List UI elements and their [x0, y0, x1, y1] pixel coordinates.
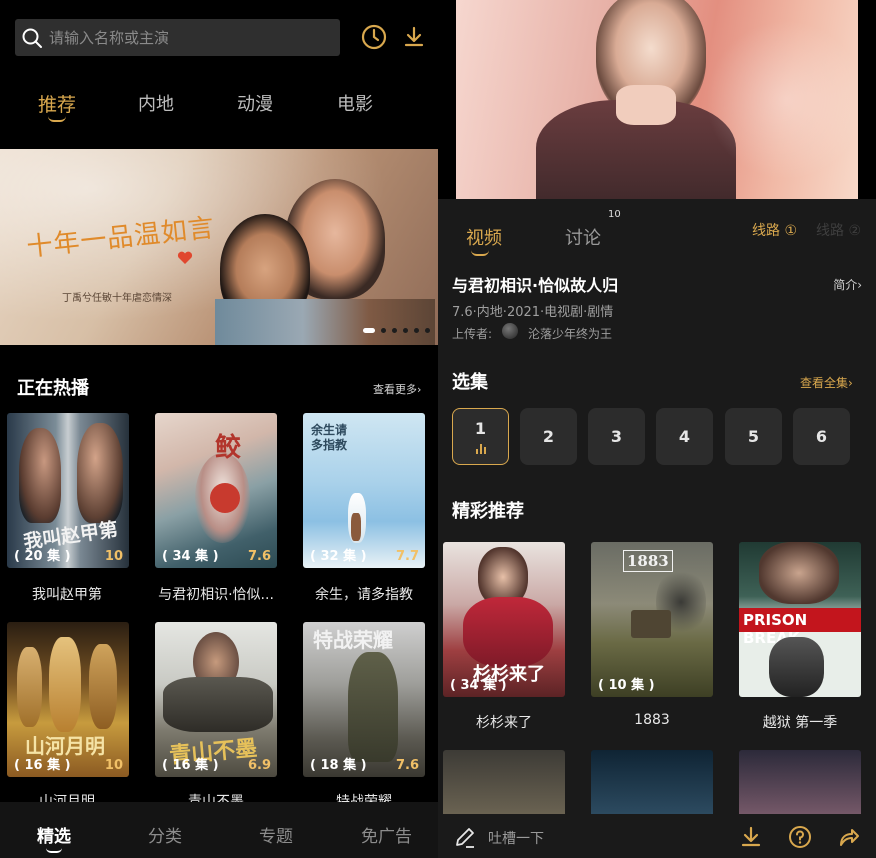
- tab-movie[interactable]: 电影: [337, 90, 373, 116]
- hot-poster-2[interactable]: 鲛 ( 34 集 ) 7.6: [155, 413, 277, 568]
- recommend-poster-6[interactable]: [739, 750, 861, 820]
- episode-button-1[interactable]: 1: [452, 408, 509, 465]
- recommend-title-1[interactable]: 杉杉来了: [438, 712, 574, 732]
- recommend-poster-3[interactable]: PRISON BREAK: [739, 542, 861, 697]
- hot-title-2[interactable]: 与君初相识·恰似...: [146, 584, 286, 604]
- hot-section-title: 正在热播: [17, 378, 89, 399]
- hot-poster-5[interactable]: 青山不墨 ( 16 集 ) 6.9: [155, 622, 277, 777]
- search-input[interactable]: [49, 28, 319, 47]
- uploader-name[interactable]: 沦落少年终为王: [528, 325, 612, 342]
- pagination-dot[interactable]: [392, 328, 397, 333]
- detail-screen: 视频 讨论 10 线路 ① 线路 ② 与君初相识·恰似故人归 简介› 7.6·内…: [438, 0, 876, 858]
- recommend-poster-5[interactable]: [591, 750, 713, 820]
- tab-active-indicator: [48, 116, 66, 122]
- home-screen: 推荐 内地 动漫 电影 十年一品温如言 丁禹兮任敏十年虐恋情深: [0, 0, 438, 858]
- hot-title-1[interactable]: 我叫赵甲第: [0, 584, 137, 604]
- recommend-title-2[interactable]: 1883: [582, 712, 722, 728]
- comment-bar: 吐槽一下: [438, 814, 876, 858]
- episodes-section-title: 选集: [452, 372, 488, 393]
- hot-poster-6[interactable]: 特战荣耀 ( 18 集 ) 7.6: [303, 622, 425, 777]
- bottom-navigation: 精选 分类 专题 免广告: [0, 802, 438, 858]
- show-meta: 7.6·内地·2021·电视剧·剧情: [452, 305, 614, 320]
- episode-button-4[interactable]: 4: [656, 408, 713, 465]
- discussion-count-badge: 10: [608, 209, 621, 220]
- tab-mainland[interactable]: 内地: [138, 90, 174, 116]
- history-button[interactable]: [359, 22, 389, 52]
- hero-banner[interactable]: 十年一品温如言 丁禹兮任敏十年虐恋情深: [0, 149, 438, 345]
- uploader-label: 上传者:: [452, 327, 493, 341]
- route-2-button[interactable]: 线路 ②: [816, 220, 861, 240]
- nav-active-indicator: [46, 848, 62, 853]
- playing-bars-icon: [475, 444, 486, 454]
- banner-pagination: [363, 328, 430, 333]
- hot-poster-4[interactable]: 山河月明 ( 16 集 ) 10: [7, 622, 129, 777]
- nav-featured[interactable]: 精选: [37, 822, 71, 847]
- recommend-poster-1[interactable]: 杉杉来了 ( 34 集 ): [443, 542, 565, 697]
- download-button[interactable]: [399, 22, 429, 52]
- video-frame: [456, 0, 858, 199]
- video-player[interactable]: [438, 0, 876, 199]
- episode-button-5[interactable]: 5: [725, 408, 782, 465]
- tab-video[interactable]: 视频: [466, 224, 502, 250]
- search-icon: [22, 28, 42, 48]
- download-icon: [404, 26, 424, 47]
- route-1-button[interactable]: 线路 ①: [752, 220, 797, 240]
- show-title: 与君初相识·恰似故人归: [452, 276, 619, 295]
- recommend-section-title: 精彩推荐: [452, 501, 524, 522]
- tab-recommend[interactable]: 推荐: [38, 90, 76, 117]
- pagination-dot[interactable]: [381, 328, 386, 333]
- nav-category[interactable]: 分类: [148, 822, 182, 847]
- app-root: 推荐 内地 动漫 电影 十年一品温如言 丁禹兮任敏十年虐恋情深: [0, 0, 876, 858]
- pagination-dot[interactable]: [363, 328, 375, 333]
- recommend-poster-2[interactable]: 1883 ( 10 集 ): [591, 542, 713, 697]
- view-all-episodes-link[interactable]: 查看全集›: [800, 374, 853, 391]
- hot-more-link[interactable]: 查看更多›: [373, 381, 421, 397]
- hot-title-3[interactable]: 余生，请多指教: [294, 584, 434, 604]
- pagination-dot[interactable]: [425, 328, 430, 333]
- episode-button-6[interactable]: 6: [793, 408, 850, 465]
- episode-button-2[interactable]: 2: [520, 408, 577, 465]
- share-icon[interactable]: [837, 825, 861, 849]
- help-icon[interactable]: [788, 825, 812, 849]
- history-clock-icon: [361, 24, 387, 50]
- comment-input[interactable]: 吐槽一下: [488, 828, 544, 848]
- avatar[interactable]: [502, 323, 518, 339]
- download-icon[interactable]: [739, 825, 763, 849]
- hot-poster-1[interactable]: 我叫赵甲第 ( 20 集 ) 10: [7, 413, 129, 568]
- intro-link[interactable]: 简介›: [833, 276, 862, 293]
- heart-icon: [177, 251, 193, 264]
- banner-subtitle: 丁禹兮任敏十年虐恋情深: [62, 293, 172, 304]
- recommend-poster-4[interactable]: [443, 750, 565, 820]
- nav-ad-free[interactable]: 免广告: [361, 822, 412, 847]
- pagination-dot[interactable]: [403, 328, 408, 333]
- nav-topics[interactable]: 专题: [259, 822, 293, 847]
- tab-active-indicator: [471, 250, 489, 256]
- tab-discussion[interactable]: 讨论: [565, 224, 601, 250]
- tab-anime[interactable]: 动漫: [237, 90, 273, 116]
- episode-button-3[interactable]: 3: [588, 408, 645, 465]
- category-tabs: 推荐 内地 动漫 电影: [0, 86, 438, 126]
- pencil-icon: [456, 828, 474, 848]
- recommend-title-3[interactable]: 越狱 第一季: [730, 712, 870, 732]
- hot-poster-3[interactable]: 余生请多指教 ( 32 集 ) 7.7: [303, 413, 425, 568]
- pagination-dot[interactable]: [414, 328, 419, 333]
- search-bar[interactable]: [15, 19, 340, 56]
